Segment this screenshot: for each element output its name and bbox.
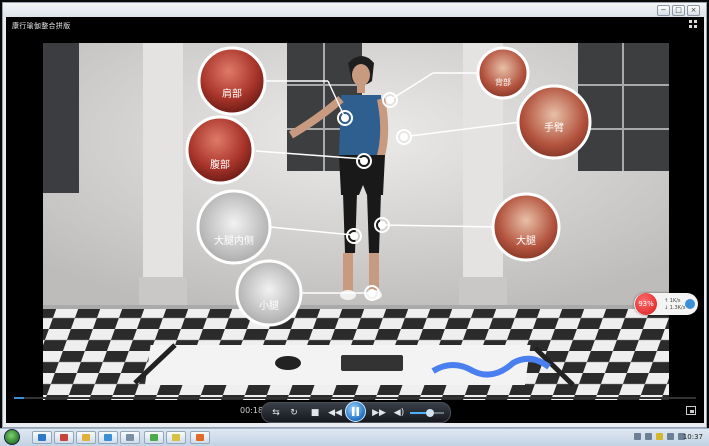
calf-callout[interactable]: 小腿 xyxy=(235,259,303,327)
maximize-button[interactable]: □ xyxy=(672,5,685,16)
arm-marker[interactable] xyxy=(396,129,412,145)
video-frame[interactable]: 肩部 背部 腹部 手臂 大腿内侧 大腿 小腿 xyxy=(43,43,669,407)
expand-arrow-icon[interactable] xyxy=(685,299,695,309)
app-icon[interactable] xyxy=(120,431,140,444)
picture-in-picture-icon[interactable] xyxy=(686,406,696,415)
window-controls: − □ × xyxy=(657,5,700,16)
abdomen-label: 腹部 xyxy=(210,158,230,171)
controls-bar: 00:18 ⇆ ↻ ■ ◀◀ ▶▶ ◀) xyxy=(6,400,704,423)
shoulder-callout[interactable]: 肩部 xyxy=(197,46,267,116)
program-icon[interactable] xyxy=(166,431,186,444)
clock[interactable]: 10:37 xyxy=(683,433,703,441)
video-title: 康行瑜伽整合拼版 xyxy=(12,22,71,30)
arm-callout[interactable]: 手臂 xyxy=(516,84,592,160)
windows-icon[interactable] xyxy=(98,431,118,444)
inner-thigh-label: 大腿内侧 xyxy=(214,234,254,247)
network-percent: 93% xyxy=(635,293,657,315)
inner-thigh-marker[interactable] xyxy=(346,228,362,244)
calf-label: 小腿 xyxy=(259,300,279,312)
shoulder-marker[interactable] xyxy=(337,110,353,126)
arm-label: 手臂 xyxy=(544,121,564,134)
back-callout[interactable]: 背部 xyxy=(476,46,530,100)
transport-controls: ⇆ ↻ ■ ◀◀ ▶▶ ◀) xyxy=(261,401,451,423)
muscle-hotspots: 肩部 背部 腹部 手臂 大腿内侧 大腿 小腿 xyxy=(185,46,592,327)
seek-bar-fill xyxy=(14,397,24,399)
media-icon[interactable] xyxy=(76,431,96,444)
video-player: 康行瑜伽整合拼版 肩部 背部 腹部 手臂 大腿内侧 大腿 小腿 93% ↑ 1K… xyxy=(6,17,704,423)
tray-icon[interactable] xyxy=(667,433,674,440)
abdomen-marker[interactable] xyxy=(356,153,372,169)
close-button[interactable]: × xyxy=(687,5,700,16)
pause-icon xyxy=(352,407,359,416)
tray-icon[interactable] xyxy=(645,433,652,440)
back-marker[interactable] xyxy=(382,92,398,108)
repeat-icon[interactable]: ⇆ xyxy=(269,406,283,420)
folder-icon[interactable] xyxy=(54,431,74,444)
system-tray xyxy=(634,433,685,440)
thigh-callout[interactable]: 大腿 xyxy=(491,192,561,262)
back-label: 背部 xyxy=(495,77,511,87)
upload-speed: ↑ 1K/s xyxy=(664,298,681,304)
next-icon[interactable]: ▶▶ xyxy=(372,406,386,420)
thigh-marker[interactable] xyxy=(374,217,390,233)
volume-slider[interactable] xyxy=(410,409,444,417)
download-speed: ↓ 1.3K/s xyxy=(664,305,686,311)
grid-icon[interactable] xyxy=(689,20,698,29)
pause-button[interactable] xyxy=(345,401,366,422)
app-icon-2[interactable] xyxy=(190,431,210,444)
rewind-icon[interactable]: ↻ xyxy=(287,406,301,420)
abdomen-callout[interactable]: 腹部 xyxy=(185,115,255,185)
taskbar: 10:37 xyxy=(0,428,709,446)
minimize-button[interactable]: − xyxy=(657,5,670,16)
volume-thumb[interactable] xyxy=(426,409,435,417)
elapsed-time: 00:18 xyxy=(240,406,264,415)
tray-icon[interactable] xyxy=(634,433,641,440)
start-button[interactable] xyxy=(4,429,20,445)
calf-marker[interactable] xyxy=(364,285,380,301)
tray-icon[interactable] xyxy=(656,433,663,440)
inner-thigh-callout[interactable]: 大腿内侧 xyxy=(196,189,272,265)
previous-icon[interactable]: ◀◀ xyxy=(328,406,342,420)
network-speed-badge[interactable]: 93% ↑ 1K/s ↓ 1.3K/s xyxy=(634,293,698,315)
stop-icon[interactable]: ■ xyxy=(308,406,322,420)
chrome-icon[interactable] xyxy=(144,431,164,444)
shoulder-label: 肩部 xyxy=(222,87,242,100)
ie-icon[interactable] xyxy=(32,431,52,444)
thigh-label: 大腿 xyxy=(516,234,536,247)
window-titlebar: − □ × xyxy=(3,3,706,17)
seek-bar[interactable] xyxy=(14,397,696,399)
speaker-icon[interactable]: ◀) xyxy=(392,406,406,420)
